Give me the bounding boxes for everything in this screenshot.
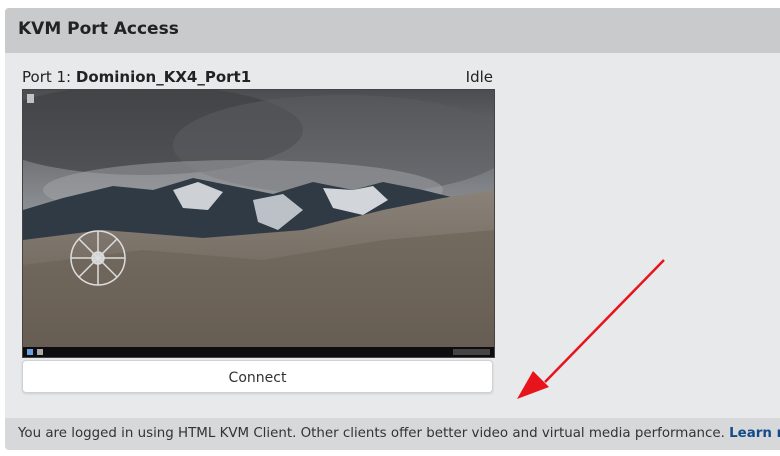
port-name: Dominion_KX4_Port1 bbox=[75, 68, 252, 86]
connect-button[interactable]: Connect bbox=[22, 360, 493, 393]
port-status: Idle bbox=[465, 68, 493, 86]
port-number: Port 1: bbox=[22, 68, 72, 86]
footer-message: You are logged in using HTML KVM Client.… bbox=[18, 426, 725, 441]
arrow-head-icon bbox=[517, 371, 549, 399]
learn-more-link[interactable]: Learn more bbox=[729, 426, 780, 441]
remote-desktop-thumbnail bbox=[23, 90, 494, 357]
kvm-port-access-panel: KVM Port Access Port 1: Dominion_KX4_Por… bbox=[5, 8, 780, 450]
footer-notice: You are logged in using HTML KVM Client.… bbox=[5, 418, 780, 450]
panel-header: KVM Port Access bbox=[5, 8, 780, 53]
port-label: Port 1: Dominion_KX4_Port1 bbox=[22, 68, 251, 86]
kvm-screen-thumbnail[interactable] bbox=[22, 89, 495, 358]
footer-text: You are logged in using HTML KVM Client.… bbox=[18, 426, 780, 441]
panel-title: KVM Port Access bbox=[18, 19, 179, 39]
